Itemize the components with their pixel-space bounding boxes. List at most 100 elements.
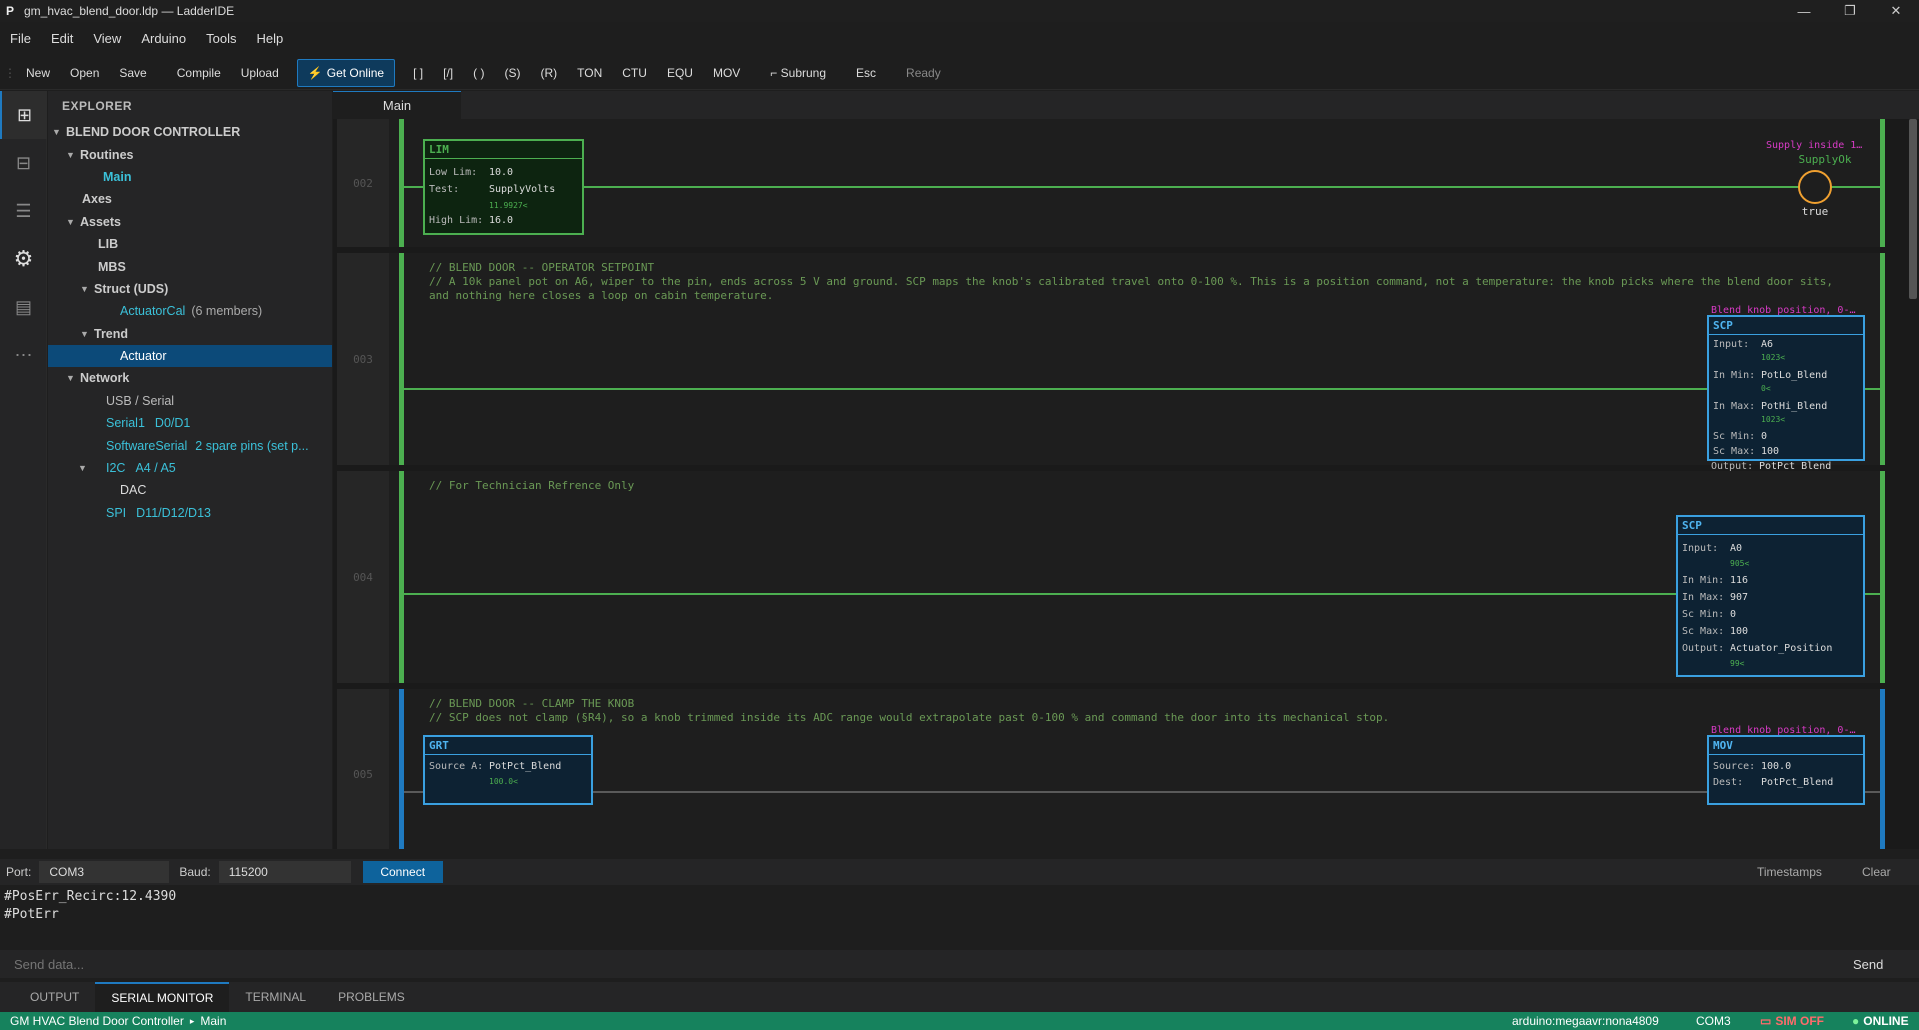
scp-value: 116 xyxy=(1730,575,1749,586)
scp-key: In Max: xyxy=(1682,592,1725,603)
ctu-button[interactable]: CTU xyxy=(612,59,657,87)
lim-block[interactable]: LIM Low Lim: 10.0 Test: SupplyVolts 11.992… xyxy=(423,139,584,235)
scp-scmax-row: Sc Max: 100 xyxy=(1682,626,1748,637)
routines-label: Routines xyxy=(80,147,134,162)
reset-coil-button[interactable]: (R) xyxy=(530,59,567,87)
scp-block[interactable]: SCP Input: A6 1023< In Min: PotLo_Blend 0<… xyxy=(1707,315,1865,461)
tab-main[interactable]: Main xyxy=(333,91,461,119)
rung-003[interactable]: 003 // BLEND DOOR -- OPERATOR SETPOINT /… xyxy=(337,253,1885,472)
nc-contact-button[interactable]: [/] xyxy=(433,59,463,87)
rung-004[interactable]: 004 // For Technician Refrence Only SCP … xyxy=(337,471,1885,683)
output-coil[interactable] xyxy=(1798,170,1832,204)
ton-button[interactable]: TON xyxy=(567,59,612,87)
menu-edit[interactable]: Edit xyxy=(41,31,83,46)
get-online-label: Get Online xyxy=(326,65,385,80)
compile-button[interactable]: Compile xyxy=(167,59,231,87)
subrung-button[interactable]: ⌐ Subrung xyxy=(760,59,836,87)
more-icon[interactable]: ⋯ xyxy=(0,331,47,379)
tab-terminal[interactable]: TERMINAL xyxy=(229,982,322,1012)
new-button[interactable]: New xyxy=(16,59,60,87)
settings-gear-icon[interactable]: ⚙ xyxy=(0,235,47,283)
status-port[interactable]: COM3 xyxy=(1696,1014,1731,1028)
tree-assets[interactable]: ▼ Assets xyxy=(48,211,332,233)
clear-button[interactable]: Clear xyxy=(1862,865,1891,879)
tree-actuator[interactable]: Actuator xyxy=(48,344,332,368)
list-icon[interactable]: ☰ xyxy=(0,187,47,235)
port-select[interactable]: COM3 xyxy=(39,861,170,883)
online-badge[interactable]: ● ONLINE xyxy=(1852,1014,1909,1028)
editor-scrollbar[interactable] xyxy=(1909,119,1917,299)
blocks-icon[interactable]: ⊟ xyxy=(0,139,47,187)
equ-button[interactable]: EQU xyxy=(657,59,703,87)
tab-serial-monitor[interactable]: SERIAL MONITOR xyxy=(95,982,230,1012)
chevron-down-icon: ▼ xyxy=(66,373,75,384)
status-routine: Main xyxy=(200,1014,227,1028)
scp-block[interactable]: SCP Input: A0 905< In Min: 116 In Max: 907 … xyxy=(1676,515,1865,677)
tab-problems[interactable]: PROBLEMS xyxy=(322,982,421,1012)
left-power-rail xyxy=(399,253,404,465)
coil-button[interactable]: ( ) xyxy=(463,59,494,87)
tab-output[interactable]: OUTPUT xyxy=(14,982,95,1012)
memory-icon[interactable]: ▤ xyxy=(0,283,47,331)
toolbar-status: Ready xyxy=(906,65,941,80)
close-icon[interactable]: ✕ xyxy=(1876,0,1916,22)
restore-icon[interactable]: ❐ xyxy=(1830,0,1870,22)
tree-usb[interactable]: USB / Serial xyxy=(48,390,332,412)
rung-002[interactable]: 002 LIM Low Lim: 10.0 Test: SupplyVolts 11… xyxy=(337,119,1885,247)
scp-value: PotHi_Blend xyxy=(1761,401,1828,412)
tree-serial1[interactable]: Serial1 D0/D1 xyxy=(48,412,332,434)
baud-select[interactable]: 115200 xyxy=(218,861,351,883)
lim-test-key: Test: xyxy=(429,184,460,195)
tree-softserial[interactable]: SoftwareSerial 2 spare pins (set p... xyxy=(48,434,332,456)
tree-lib[interactable]: LIB xyxy=(48,233,332,255)
tree-project[interactable]: ▼ BLEND DOOR CONTROLLER xyxy=(48,121,332,143)
rung-wire xyxy=(404,186,423,188)
serial1-label: Serial1 xyxy=(106,416,145,431)
scp-key: Input: xyxy=(1713,339,1750,350)
no-contact-button[interactable]: [ ] xyxy=(403,59,433,87)
lim-test-row: Test: SupplyVolts xyxy=(429,184,555,195)
minimize-icon[interactable]: — xyxy=(1784,0,1824,22)
mov-button[interactable]: MOV xyxy=(703,59,750,87)
tree-trend[interactable]: ▼ Trend xyxy=(48,323,332,345)
upload-button[interactable]: Upload xyxy=(231,59,289,87)
tree-axes[interactable]: Axes xyxy=(48,188,332,210)
scp-inmax-row: In Max: PotHi_Blend xyxy=(1713,401,1827,412)
menu-tools[interactable]: Tools xyxy=(196,31,246,46)
rung-005[interactable]: 005 // BLEND DOOR -- CLAMP THE KNOB // S… xyxy=(337,689,1885,849)
tree-i2c[interactable]: ▼ I2C A4 / A5 xyxy=(48,457,332,479)
explorer-icon[interactable]: ⊞ xyxy=(0,91,47,139)
open-button[interactable]: Open xyxy=(60,59,109,87)
tree-routines[interactable]: ▼ Routines xyxy=(48,143,332,165)
tree-actuatorcal[interactable]: ActuatorCal (6 members) xyxy=(48,300,332,322)
menu-view[interactable]: View xyxy=(83,31,131,46)
mov-value: 100.0 xyxy=(1761,761,1792,772)
send-button[interactable]: Send xyxy=(1853,957,1883,972)
title-bar: P gm_hvac_blend_door.ldp — LadderIDE — ❐… xyxy=(0,0,1919,22)
lim-high-value: 16.0 xyxy=(489,215,514,226)
status-board[interactable]: arduino:megaavr:nona4809 xyxy=(1512,1014,1659,1028)
menu-help[interactable]: Help xyxy=(246,31,293,46)
mov-block[interactable]: MOV Source: 100.0 Dest: PotPct_Blend xyxy=(1707,735,1865,805)
rung-wire xyxy=(581,186,1880,188)
coil-state: true xyxy=(1801,205,1829,218)
send-input[interactable] xyxy=(4,952,1804,976)
menu-file[interactable]: File xyxy=(0,31,41,46)
get-online-button[interactable]: ⚡ Get Online xyxy=(296,58,396,87)
tree-main[interactable]: Main xyxy=(48,166,332,188)
sim-off-badge[interactable]: ▭ SIM OFF xyxy=(1760,1014,1824,1028)
tree-network[interactable]: ▼ Network xyxy=(48,367,332,389)
grt-block[interactable]: GRT Source A: PotPct_Blend 100.0< xyxy=(423,735,593,805)
save-button[interactable]: Save xyxy=(109,59,156,87)
set-coil-button[interactable]: (S) xyxy=(494,59,530,87)
tree-spi[interactable]: SPI D11/D12/D13 xyxy=(48,502,332,524)
timestamps-button[interactable]: Timestamps xyxy=(1757,865,1822,879)
tree-dac[interactable]: DAC xyxy=(48,479,332,501)
tree-struct[interactable]: ▼ Struct (UDS) xyxy=(48,278,332,300)
esc-button[interactable]: Esc xyxy=(846,59,886,87)
ladder-canvas[interactable]: 002 LIM Low Lim: 10.0 Test: SupplyVolts 11… xyxy=(333,119,1919,849)
coil-tag: SupplyOk xyxy=(1798,153,1852,166)
connect-button[interactable]: Connect xyxy=(362,861,443,883)
menu-arduino[interactable]: Arduino xyxy=(131,31,196,46)
tree-mbs[interactable]: MBS xyxy=(48,255,332,277)
